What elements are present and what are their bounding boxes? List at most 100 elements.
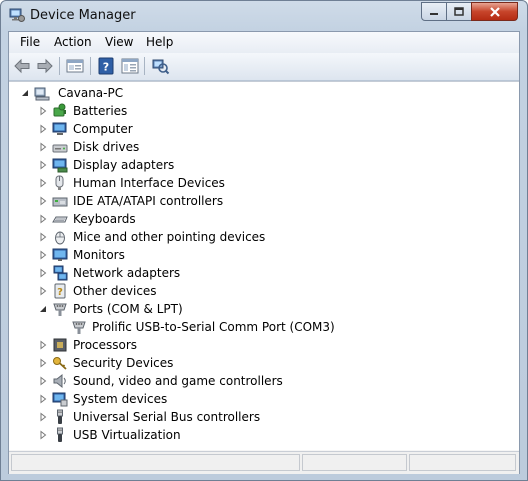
port-icon: [53, 303, 67, 316]
svg-text:?: ?: [103, 61, 109, 74]
menu-bar: File Action View Help: [9, 32, 519, 53]
toolbar: ?: [9, 53, 519, 81]
menu-view[interactable]: View: [105, 35, 133, 49]
expand-arrow-icon[interactable]: [38, 286, 48, 296]
menu-action[interactable]: Action: [54, 35, 92, 49]
mouse-icon: [55, 231, 65, 245]
maximize-icon: [454, 7, 464, 16]
expand-arrow-icon[interactable]: [38, 196, 48, 206]
monitor-icon: [52, 248, 68, 261]
tree-category-label: Network adapters: [73, 266, 181, 280]
usb-icon: [57, 409, 63, 424]
close-button[interactable]: [471, 2, 518, 21]
tree-category-node[interactable]: Network adapters: [38, 264, 180, 282]
tree-category-label: Disk drives: [73, 140, 140, 154]
tree-device-node[interactable]: Prolific USB-to-Serial Comm Port (COM3): [71, 318, 335, 336]
expand-arrow-icon[interactable]: [38, 430, 48, 440]
menu-file[interactable]: File: [20, 35, 40, 49]
tree-category-node[interactable]: Human Interface Devices: [38, 174, 225, 192]
svg-text:?: ?: [57, 287, 63, 298]
status-segment: [409, 454, 516, 471]
collapse-arrow-icon[interactable]: [38, 304, 48, 314]
show-hide-console-tree-icon[interactable]: [120, 56, 140, 76]
maximize-button[interactable]: [446, 2, 472, 21]
tree-category-node[interactable]: Computer: [38, 120, 133, 138]
tree-category-label: Batteries: [73, 104, 128, 118]
help-icon[interactable]: ?: [96, 56, 116, 76]
expand-arrow-icon[interactable]: [38, 412, 48, 422]
scan-hardware-icon[interactable]: [150, 56, 170, 76]
disk-drive-icon: [52, 144, 68, 153]
expand-arrow-icon[interactable]: [38, 250, 48, 260]
network-adapter-icon: [53, 265, 68, 281]
tree-category-node[interactable]: Ports (COM & LPT): [38, 300, 183, 318]
minimize-icon: [430, 12, 438, 15]
expand-arrow-icon[interactable]: [38, 106, 48, 116]
hid-icon: [55, 175, 64, 190]
collapse-arrow-icon[interactable]: [20, 88, 30, 98]
expand-arrow-icon[interactable]: [38, 232, 48, 242]
device-manager-window: Device Manager File Action View Help ? C…: [0, 0, 528, 481]
tree-category-node[interactable]: Mice and other pointing devices: [38, 228, 265, 246]
tree-device-label: Prolific USB-to-Serial Comm Port (COM3): [92, 320, 335, 334]
tree-category-node[interactable]: Keyboards: [38, 210, 136, 228]
computer-icon: [52, 122, 67, 135]
expand-arrow-icon[interactable]: [38, 142, 48, 152]
tree-category-node[interactable]: Monitors: [38, 246, 125, 264]
expand-arrow-icon[interactable]: [38, 358, 48, 368]
device-manager-app-icon: [9, 8, 25, 22]
other-device-icon: ?: [54, 283, 66, 299]
title-bar[interactable]: Device Manager: [1, 1, 527, 31]
close-icon: [489, 6, 500, 17]
tree-category-label: Other devices: [73, 284, 157, 298]
keyboard-icon: [52, 216, 68, 223]
status-segment: [302, 454, 407, 471]
menu-help[interactable]: Help: [146, 35, 173, 49]
tree-category-label: Security Devices: [73, 356, 174, 370]
tree-category-label: Computer: [73, 122, 133, 136]
toolbar-separator: [59, 57, 60, 75]
computer-root-icon: [34, 87, 50, 101]
tree-category-node[interactable]: USB Virtualization: [38, 426, 181, 444]
tree-category-node[interactable]: System devices: [38, 390, 167, 408]
tree-category-node[interactable]: Processors: [38, 336, 137, 354]
security-key-icon: [53, 357, 67, 370]
expand-arrow-icon[interactable]: [38, 160, 48, 170]
properties-pane-icon[interactable]: [65, 56, 85, 76]
expand-arrow-icon[interactable]: [38, 124, 48, 134]
tree-category-node[interactable]: Display adapters: [38, 156, 174, 174]
toolbar-separator: [144, 57, 145, 75]
usb-icon: [57, 427, 63, 442]
tree-category-node[interactable]: ? Other devices: [38, 282, 157, 300]
expand-arrow-icon[interactable]: [38, 376, 48, 386]
tree-category-node[interactable]: IDE ATA/ATAPI controllers: [38, 192, 223, 210]
port-icon: [72, 321, 86, 334]
expand-arrow-icon[interactable]: [38, 214, 48, 224]
tree-category-node[interactable]: Security Devices: [38, 354, 173, 372]
client-area: File Action View Help ? Cavana-PC Batter…: [8, 31, 520, 474]
tree-category-node[interactable]: Sound, video and game controllers: [38, 372, 283, 390]
expand-arrow-icon[interactable]: [38, 340, 48, 350]
expand-arrow-icon[interactable]: [38, 178, 48, 188]
tree-category-label: Universal Serial Bus controllers: [73, 410, 261, 424]
tree-category-label: Mice and other pointing devices: [73, 230, 266, 244]
tree-root-label: Cavana-PC: [58, 86, 124, 100]
ide-controller-icon: [52, 197, 68, 207]
tree-category-label: Human Interface Devices: [73, 176, 225, 190]
status-bar: [9, 451, 519, 474]
back-icon[interactable]: [12, 56, 32, 76]
expand-arrow-icon[interactable]: [38, 268, 48, 278]
tree-category-label: Display adapters: [73, 158, 175, 172]
tree-root-node[interactable]: Cavana-PC: [20, 84, 126, 102]
expand-arrow-icon[interactable]: [38, 394, 48, 404]
processor-icon: [53, 338, 67, 352]
tree-category-node[interactable]: Batteries: [38, 102, 127, 120]
status-segment: [11, 454, 300, 471]
tree-category-node[interactable]: Universal Serial Bus controllers: [38, 408, 260, 426]
tree-category-label: Ports (COM & LPT): [73, 302, 183, 316]
tree-category-label: Keyboards: [73, 212, 136, 226]
minimize-button[interactable]: [421, 2, 447, 21]
tree-category-label: USB Virtualization: [73, 428, 181, 442]
forward-icon[interactable]: [35, 56, 55, 76]
tree-category-node[interactable]: Disk drives: [38, 138, 139, 156]
